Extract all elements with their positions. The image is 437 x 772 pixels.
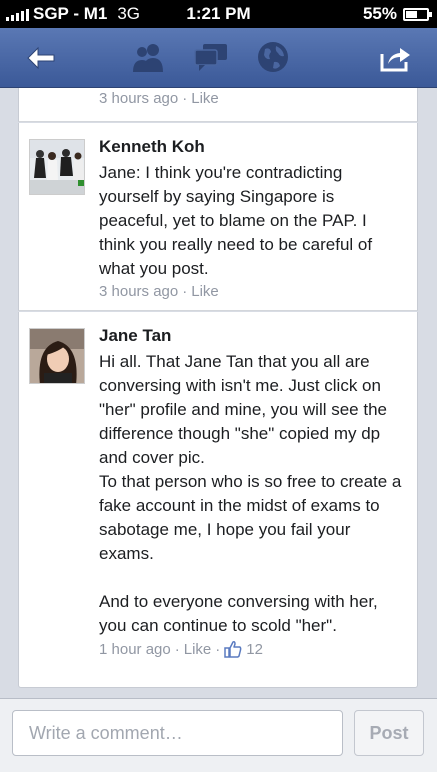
- comment-meta: 3 hours ago · Like: [99, 90, 219, 107]
- comment-text: Hi all. That Jane Tan that you all are c…: [99, 352, 402, 635]
- comment-input[interactable]: [12, 710, 343, 756]
- nav-bar: [0, 28, 437, 88]
- share-icon: [380, 48, 410, 72]
- friend-requests-button[interactable]: [130, 40, 168, 74]
- comment-author[interactable]: Jane Tan: [99, 326, 404, 346]
- battery-percent: 55%: [362, 4, 397, 23]
- friend-requests-icon: [133, 44, 163, 72]
- like-link[interactable]: Like: [191, 283, 219, 300]
- comment-time: 3 hours ago: [99, 283, 179, 300]
- comment-time: 3 hours ago: [99, 90, 179, 107]
- status-bar: SGP - M1 3G 1:21 PM 55%: [0, 0, 437, 28]
- comment-meta: 3 hours ago · Like: [99, 283, 219, 300]
- notifications-button[interactable]: [254, 40, 292, 74]
- back-button[interactable]: [0, 28, 82, 88]
- comments-list: 3 hours ago · Like Kenneth Koh Jane: I th: [0, 88, 437, 698]
- like-link[interactable]: Like: [184, 641, 212, 658]
- comment-meta: 1 hour ago · Like · 12: [99, 640, 263, 658]
- comment-item: Jane Tan Hi all. That Jane Tan that you …: [18, 312, 418, 688]
- comment-item: Kenneth Koh Jane: I think you're contrad…: [18, 123, 418, 311]
- post-button[interactable]: Post: [354, 710, 424, 756]
- comment-composer: Post: [0, 698, 437, 772]
- back-arrow-icon: [27, 46, 55, 70]
- comment-text: Jane: I think you're contradicting yours…: [99, 163, 377, 278]
- like-count-value: 12: [246, 640, 263, 658]
- messages-icon: [194, 44, 227, 71]
- previous-comment: 3 hours ago · Like: [18, 88, 418, 122]
- avatar[interactable]: [29, 328, 85, 384]
- share-button[interactable]: [355, 28, 437, 88]
- messages-button[interactable]: [192, 40, 230, 74]
- comment-time: 1 hour ago: [99, 640, 171, 658]
- avatar[interactable]: [29, 139, 85, 195]
- like-link[interactable]: Like: [191, 90, 219, 107]
- notifications-globe-icon: [258, 42, 288, 72]
- like-count[interactable]: 12: [224, 640, 263, 658]
- thumbs-up-icon: [224, 641, 242, 658]
- comment-author[interactable]: Kenneth Koh: [99, 137, 404, 157]
- battery-icon: [403, 7, 432, 21]
